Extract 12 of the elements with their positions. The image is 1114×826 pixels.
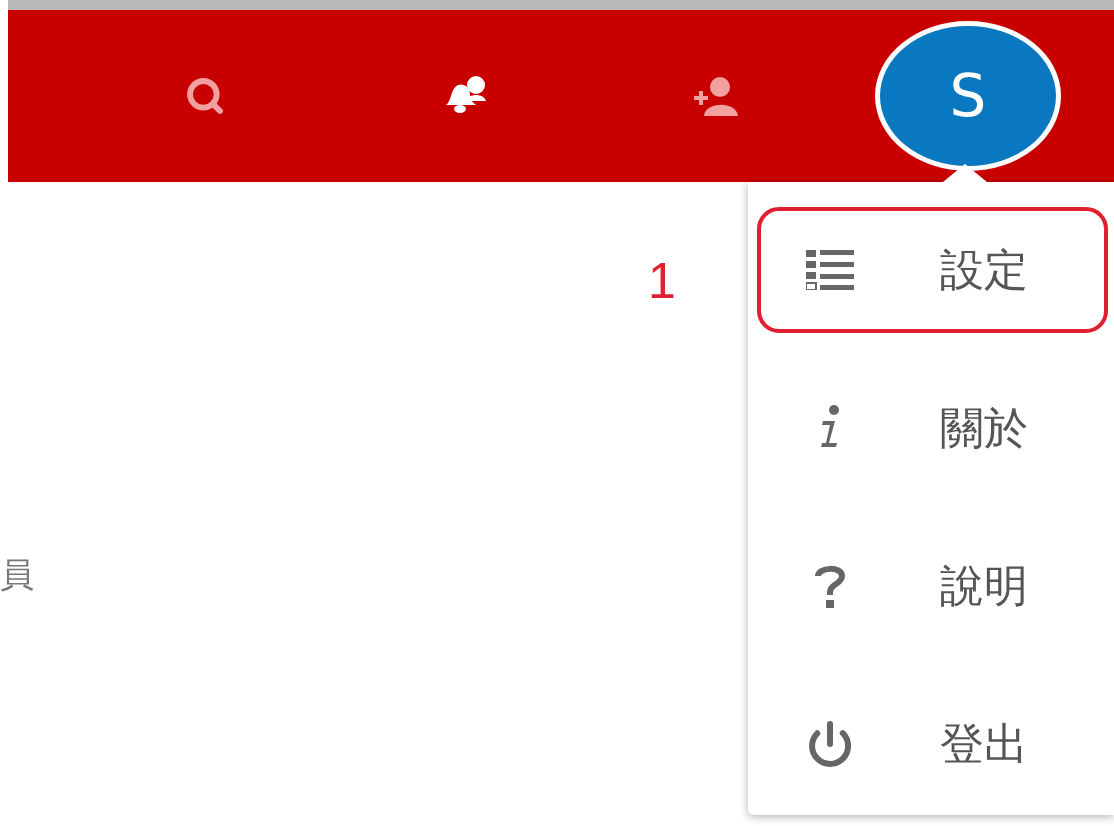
menu-item[interactable]: 說明: [757, 523, 1108, 649]
menu-item[interactable]: 設定: [757, 207, 1108, 333]
search-icon[interactable]: [185, 76, 225, 116]
user-avatar[interactable]: S: [875, 21, 1061, 171]
power-icon: [806, 720, 854, 768]
menu-item[interactable]: 關於: [757, 365, 1108, 491]
annotation-number: 1: [648, 252, 676, 310]
question-icon: [815, 564, 845, 608]
menu-item[interactable]: 登出: [757, 681, 1108, 807]
side-text: 員: [0, 553, 34, 596]
list-icon: [806, 250, 854, 290]
contacts-icon[interactable]: [692, 76, 738, 116]
